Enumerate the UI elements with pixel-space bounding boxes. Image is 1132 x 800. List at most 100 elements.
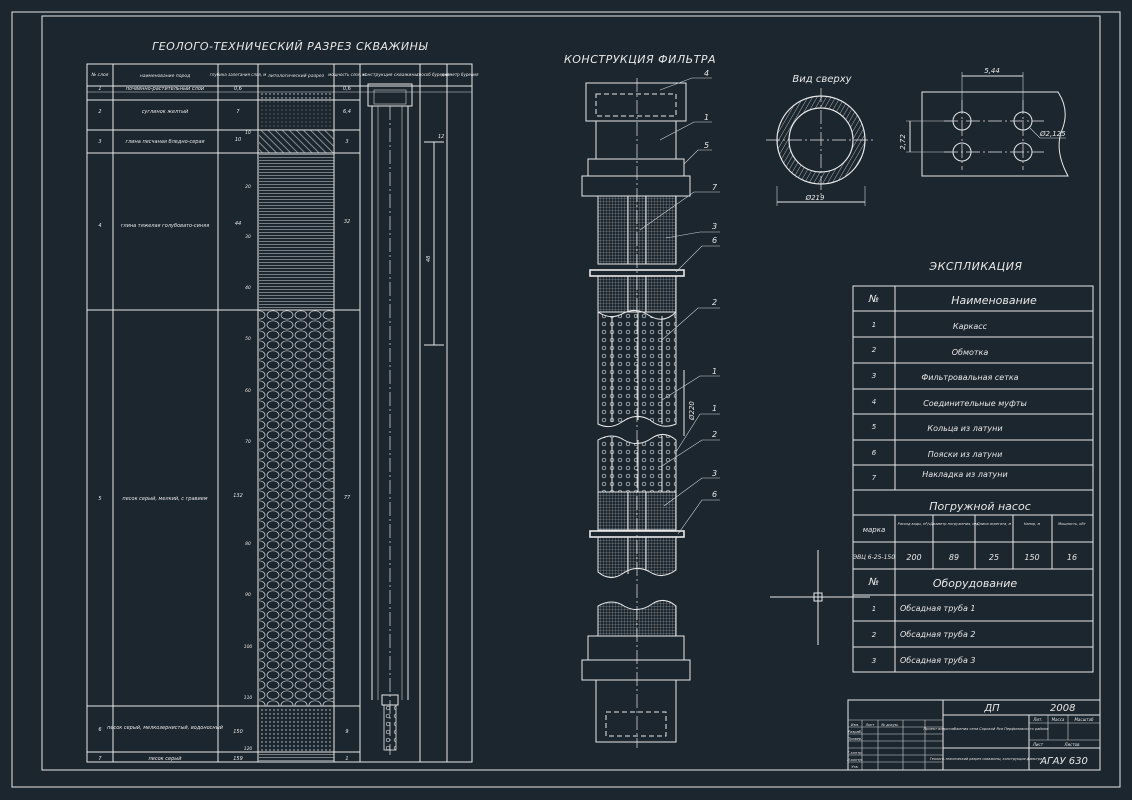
- svg-text:3: 3: [712, 222, 717, 231]
- explication-col-no: №: [868, 294, 879, 305]
- svg-text:6: 6: [98, 727, 101, 733]
- svg-text:6,4: 6,4: [343, 109, 351, 115]
- svg-text:150: 150: [233, 729, 243, 735]
- svg-text:32: 32: [344, 219, 350, 225]
- svg-text:суглинок желтый: суглинок желтый: [142, 109, 189, 115]
- equipment-title: Оборудование: [933, 577, 1018, 590]
- svg-text:44: 44: [235, 221, 241, 227]
- svg-text:5: 5: [872, 423, 877, 431]
- svg-text:марка: марка: [863, 526, 886, 534]
- svg-text:Т.контр.: Т.контр.: [847, 751, 862, 755]
- svg-text:7: 7: [712, 183, 718, 192]
- well-construction: [367, 83, 413, 755]
- svg-text:10: 10: [235, 137, 241, 143]
- svg-text:10: 10: [245, 130, 251, 136]
- svg-text:0,6: 0,6: [343, 86, 351, 92]
- svg-text:50: 50: [245, 336, 251, 342]
- svg-text:25: 25: [989, 553, 999, 562]
- svg-text:6: 6: [872, 449, 877, 457]
- svg-text:Соединительные муфты: Соединительные муфты: [923, 399, 1027, 408]
- svg-text:2: 2: [872, 346, 877, 354]
- svg-text:16: 16: [1067, 553, 1077, 562]
- svg-text:2: 2: [872, 631, 877, 639]
- svg-text:30: 30: [245, 234, 251, 240]
- svg-text:Пояски из латуни: Пояски из латуни: [928, 450, 1003, 459]
- svg-text:12: 12: [438, 134, 444, 140]
- svg-text:глина тяжелая голубовато-синяя: глина тяжелая голубовато-синяя: [121, 223, 209, 229]
- svg-text:Расход воды, м³/ч: Расход воды, м³/ч: [898, 522, 931, 526]
- depth-ticks: 10 20 30 40 50 60 70 80 90 100 110 120: [244, 130, 253, 752]
- svg-text:4: 4: [98, 223, 101, 229]
- svg-text:5: 5: [98, 496, 101, 502]
- lithology-column: [259, 92, 334, 762]
- svg-text:5,44: 5,44: [984, 67, 1000, 75]
- svg-text:Лист: Лист: [865, 723, 876, 727]
- section-header-no: № слоя: [91, 72, 109, 78]
- filter-title: КОНСТРУКЦИЯ ФИЛЬТРА: [564, 53, 716, 66]
- svg-text:9: 9: [345, 729, 348, 735]
- svg-text:200: 200: [906, 553, 921, 562]
- svg-text:159: 159: [233, 756, 243, 762]
- svg-text:6: 6: [712, 490, 717, 499]
- svg-text:48: 48: [426, 256, 432, 262]
- svg-text:2: 2: [712, 298, 717, 307]
- equipment-rows: 1 Обсадная труба 1 2 Обсадная труба 2 3 …: [872, 604, 976, 665]
- svg-text:песок серый, мелкий, с гравием: песок серый, мелкий, с гравием: [122, 496, 207, 502]
- svg-text:120: 120: [244, 746, 253, 752]
- svg-text:3: 3: [98, 139, 101, 145]
- svg-text:60: 60: [245, 388, 251, 394]
- stamp-year: 2008: [1050, 703, 1075, 714]
- svg-text:3: 3: [872, 372, 876, 380]
- hole-pattern-detail: 5,44 2,72 Ø2,125: [899, 67, 1069, 177]
- svg-text:7: 7: [872, 474, 877, 482]
- svg-text:132: 132: [233, 493, 243, 499]
- svg-text:89: 89: [949, 553, 959, 562]
- svg-text:90: 90: [245, 592, 251, 598]
- svg-text:3: 3: [345, 139, 348, 145]
- svg-text:песок серый: песок серый: [149, 756, 183, 762]
- svg-text:77: 77: [344, 495, 351, 501]
- svg-text:Обмотка: Обмотка: [952, 348, 989, 357]
- svg-text:Н.контр.: Н.контр.: [847, 758, 863, 762]
- svg-text:Каркасс: Каркасс: [953, 322, 988, 331]
- svg-text:Листов: Листов: [1064, 742, 1081, 747]
- svg-text:2: 2: [98, 109, 101, 115]
- svg-text:Обсадная труба 2: Обсадная труба 2: [900, 630, 976, 639]
- explication-table: [852, 285, 1094, 673]
- svg-text:Провер.: Провер.: [848, 737, 863, 741]
- svg-text:Напор, м: Напор, м: [1024, 522, 1041, 526]
- svg-text:1: 1: [345, 756, 348, 762]
- svg-text:ЭВЦ 6-25-150: ЭВЦ 6-25-150: [852, 554, 895, 561]
- svg-text:80: 80: [245, 541, 251, 547]
- drawing-sheet: ГЕОЛОГО-ТЕХНИЧЕСКИЙ РАЗРЕЗ СКВАЖИНЫ № сл…: [11, 11, 1121, 788]
- svg-text:7: 7: [236, 109, 240, 115]
- section-title: ГЕОЛОГО-ТЕХНИЧЕСКИЙ РАЗРЕЗ СКВАЖИНЫ: [152, 40, 428, 53]
- svg-text:Кольца из латуни: Кольца из латуни: [927, 424, 1002, 433]
- layer-1: 1 почвенно-растительный слой 0,6 0,6: [98, 86, 351, 92]
- svg-text:1: 1: [712, 404, 717, 413]
- svg-text:Диаметр погружения, мм: Диаметр погружения, мм: [929, 522, 978, 526]
- svg-text:1: 1: [704, 113, 709, 122]
- top-view-title: Вид сверху: [792, 74, 852, 85]
- svg-text:7: 7: [98, 756, 102, 762]
- top-view-ring: Ø219: [766, 88, 876, 206]
- svg-text:Масштаб: Масштаб: [1074, 717, 1094, 722]
- svg-text:1: 1: [712, 367, 717, 376]
- svg-text:1: 1: [98, 86, 101, 92]
- svg-text:1: 1: [872, 321, 876, 329]
- svg-text:110: 110: [244, 695, 253, 701]
- stamp-org: АГАУ 630: [1039, 756, 1088, 767]
- section-header-name: наименование пород: [140, 74, 190, 79]
- pump-title: Погружной насос: [929, 500, 1031, 513]
- svg-text:Масса: Масса: [1052, 717, 1065, 722]
- svg-text:Лист: Лист: [1032, 742, 1044, 747]
- svg-text:1: 1: [872, 605, 876, 613]
- svg-text:Изм.: Изм.: [851, 723, 859, 727]
- filter-diameter: Ø220: [688, 401, 696, 421]
- svg-text:3: 3: [872, 657, 876, 665]
- svg-text:Ø2,125: Ø2,125: [1039, 130, 1066, 138]
- section-header-construct: конструкция скважины: [362, 73, 418, 78]
- svg-text:Обсадная труба 3: Обсадная труба 3: [900, 656, 976, 665]
- svg-text:100: 100: [244, 644, 253, 650]
- svg-text:70: 70: [245, 439, 251, 445]
